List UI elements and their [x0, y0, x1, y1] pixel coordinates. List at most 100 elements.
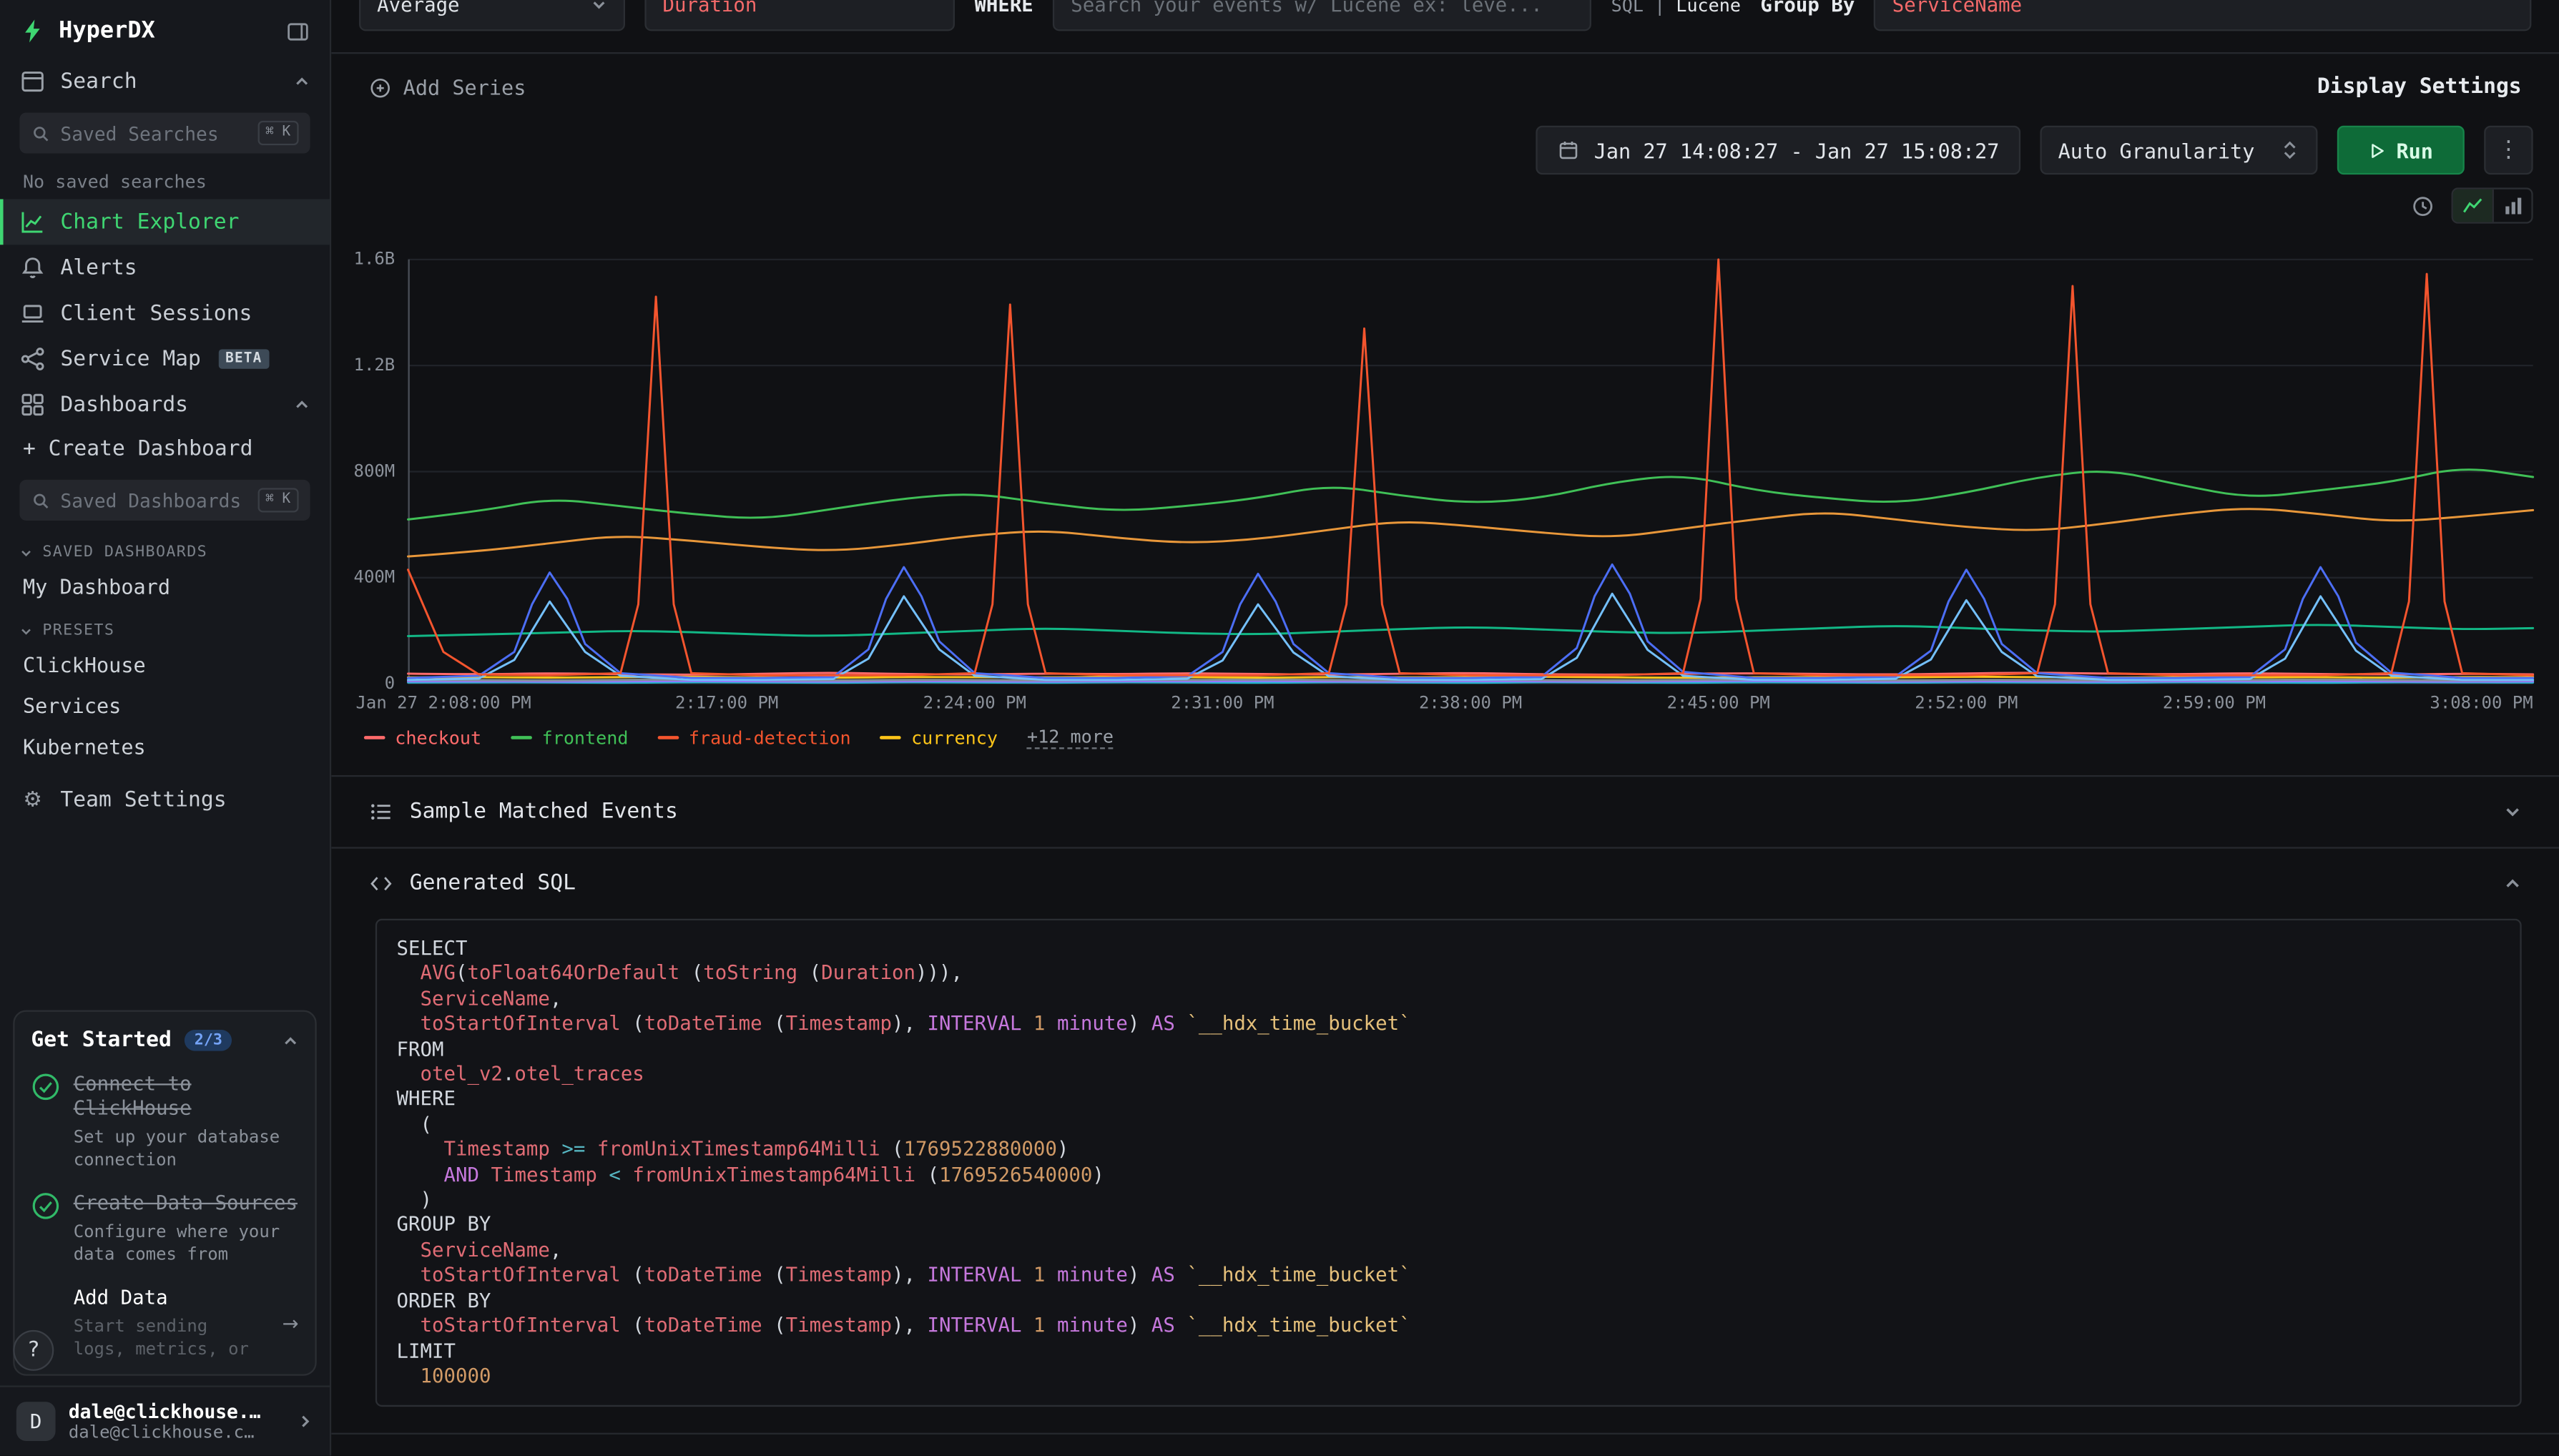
- sql-line: WHERE: [397, 1088, 2500, 1113]
- service-map-icon: [19, 346, 46, 373]
- sql-line: ServiceName,: [397, 987, 2500, 1012]
- chevron-up-icon[interactable]: [294, 74, 310, 90]
- aggregation-select[interactable]: Average: [359, 0, 625, 31]
- x-tick-label: 3:08:00 PM: [2430, 694, 2533, 713]
- y-tick-label: 800M: [354, 462, 396, 481]
- calendar-icon: [1556, 139, 1579, 162]
- chart-legend: checkout frontend fraud-detection currency +…: [364, 726, 2533, 749]
- sidebar-collapse-icon[interactable]: [285, 19, 310, 43]
- chart-explorer-icon: [19, 209, 46, 235]
- date-range-picker[interactable]: Jan 27 14:08:27 - Jan 27 15:08:27: [1536, 126, 2021, 174]
- x-tick-label: 2:59:00 PM: [2163, 694, 2266, 713]
- sidebar-item-label: Chart Explorer: [60, 210, 239, 234]
- search-icon: [31, 491, 50, 510]
- legend-item[interactable]: currency: [880, 727, 998, 749]
- display-settings-button[interactable]: Display Settings: [2317, 75, 2522, 99]
- generated-sql-section[interactable]: Generated SQL: [331, 849, 2559, 919]
- help-button[interactable]: ?: [13, 1330, 54, 1371]
- granularity-select[interactable]: Auto Granularity: [2040, 126, 2318, 174]
- sql-code[interactable]: SELECT AVG(toFloat64OrDefault (toString …: [375, 919, 2522, 1407]
- sidebar-item-alerts[interactable]: Alerts: [0, 245, 330, 290]
- get-started-step-add-data[interactable]: Add Data Start sending logs, metrics, or…: [31, 1286, 298, 1361]
- app-root: HyperDX Search Saved Searches ⌘ K No sav…: [0, 0, 2559, 1456]
- section-title: Sample Matched Events: [410, 800, 678, 824]
- presets-section-label[interactable]: PRESETS: [0, 607, 330, 644]
- y-tick-label: 1.6B: [354, 250, 396, 269]
- events-search-input[interactable]: Search your events w/ Lucene ex: leve...: [1053, 0, 1591, 31]
- legend-item[interactable]: checkout: [364, 727, 481, 749]
- x-tick-label: 2:17:00 PM: [675, 694, 778, 713]
- legend-item[interactable]: frontend: [511, 727, 628, 749]
- sidebar-item-dashboards[interactable]: Dashboards: [0, 382, 330, 428]
- x-tick-label: Jan 27 2:08:00 PM: [355, 694, 531, 713]
- line-chart-toggle[interactable]: [2453, 190, 2492, 222]
- check-circle-icon: [31, 1072, 60, 1101]
- group-by-input[interactable]: ServiceName: [1875, 0, 2532, 31]
- sidebar-item-service-map[interactable]: Service Map BETA: [0, 336, 330, 382]
- saved-dashboards-input[interactable]: Saved Dashboards ⌘ K: [19, 480, 310, 521]
- legend-more[interactable]: +12 more: [1027, 726, 1114, 749]
- sql-line: FROM: [397, 1037, 2500, 1062]
- bar-chart-toggle[interactable]: [2492, 190, 2532, 222]
- get-started-header[interactable]: Get Started 2/3: [31, 1028, 298, 1053]
- chevron-up-icon[interactable]: [283, 1032, 299, 1048]
- dashboards-icon: [19, 392, 46, 418]
- sample-matched-events-section[interactable]: Sample Matched Events: [331, 777, 2559, 848]
- chevron-down-icon: [19, 546, 32, 559]
- sidebar-item-search[interactable]: Search: [0, 59, 330, 104]
- saved-searches-placeholder: Saved Searches: [60, 122, 218, 144]
- x-tick-label: 2:24:00 PM: [923, 694, 1026, 713]
- aggregation-value: Average: [377, 0, 459, 16]
- legend-swatch: [364, 736, 385, 739]
- section-title: Generated SQL: [410, 872, 576, 896]
- run-label: Run: [2396, 138, 2433, 162]
- get-started-step-sources[interactable]: Create Data Sources Configure where your…: [31, 1191, 298, 1266]
- more-options-button[interactable]: ⋮: [2484, 126, 2533, 174]
- sql-line: AVG(toFloat64OrDefault (toString (Durati…: [397, 962, 2500, 987]
- chart-plot[interactable]: 0400M800M1.2B1.6B Jan 27 2:08:00 PM2:17:…: [408, 260, 2533, 684]
- legend-item[interactable]: fraud-detection: [658, 727, 851, 749]
- step-icon-placeholder: [31, 1286, 60, 1315]
- avatar: D: [16, 1402, 56, 1441]
- sidebar-item-services[interactable]: Services: [0, 685, 330, 726]
- chevron-up-down-icon: [2280, 139, 2299, 162]
- bell-icon: [19, 255, 46, 281]
- run-button[interactable]: Run: [2337, 126, 2465, 174]
- mode-lucene-label: Lucene: [1676, 0, 1741, 16]
- add-series-label: Add Series: [403, 75, 526, 99]
- saved-dashboards-placeholder: Saved Dashboards: [60, 488, 241, 511]
- user-email: dale@clickhouse.c…: [69, 1423, 261, 1442]
- sidebar-item-create-dashboard[interactable]: + Create Dashboard: [0, 428, 330, 472]
- sql-lucene-toggle[interactable]: SQL | Lucene: [1611, 0, 1741, 16]
- y-tick-label: 400M: [354, 568, 396, 587]
- sidebar-item-clickhouse[interactable]: ClickHouse: [0, 644, 330, 685]
- legend-label: checkout: [395, 727, 481, 749]
- chevron-down-icon[interactable]: [2504, 803, 2522, 821]
- time-icon[interactable]: [2411, 193, 2435, 217]
- sidebar-item-client-sessions[interactable]: Client Sessions: [0, 290, 330, 336]
- legend-label: currency: [911, 727, 998, 749]
- saved-searches-input[interactable]: Saved Searches ⌘ K: [19, 112, 310, 153]
- sql-line: SELECT: [397, 937, 2500, 962]
- sql-line: 100000: [397, 1364, 2500, 1389]
- get-started-step-connect[interactable]: Connect to ClickHouse Set up your databa…: [31, 1072, 298, 1171]
- search-section-icon: [19, 69, 46, 95]
- chevron-up-icon[interactable]: [2504, 875, 2522, 892]
- sidebar-item-kubernetes[interactable]: Kubernetes: [0, 726, 330, 767]
- chevron-up-icon[interactable]: [294, 397, 310, 413]
- sidebar-item-team-settings[interactable]: ⚙ Team Settings: [0, 777, 330, 822]
- step-title: Create Data Sources: [74, 1191, 299, 1216]
- events-search-placeholder: Search your events w/ Lucene ex: leve...: [1071, 0, 1542, 16]
- add-series-button[interactable]: Add Series: [369, 75, 526, 99]
- sidebar-item-chart-explorer[interactable]: Chart Explorer: [0, 199, 330, 245]
- sidebar-item-label: Service Map: [60, 347, 200, 371]
- saved-dashboards-section-label[interactable]: SAVED DASHBOARDS: [0, 528, 330, 566]
- no-saved-searches-note: No saved searches: [0, 162, 330, 199]
- mode-separator: |: [1644, 0, 1676, 16]
- gear-icon: ⚙: [19, 787, 46, 813]
- sql-line: toStartOfInterval (toDateTime (Timestamp…: [397, 1264, 2500, 1289]
- app-title: HyperDX: [59, 18, 155, 44]
- field-input[interactable]: Duration: [644, 0, 955, 31]
- sidebar-item-my-dashboard[interactable]: My Dashboard: [0, 566, 330, 607]
- user-menu[interactable]: D dale@clickhouse.… dale@clickhouse.c…: [0, 1385, 330, 1455]
